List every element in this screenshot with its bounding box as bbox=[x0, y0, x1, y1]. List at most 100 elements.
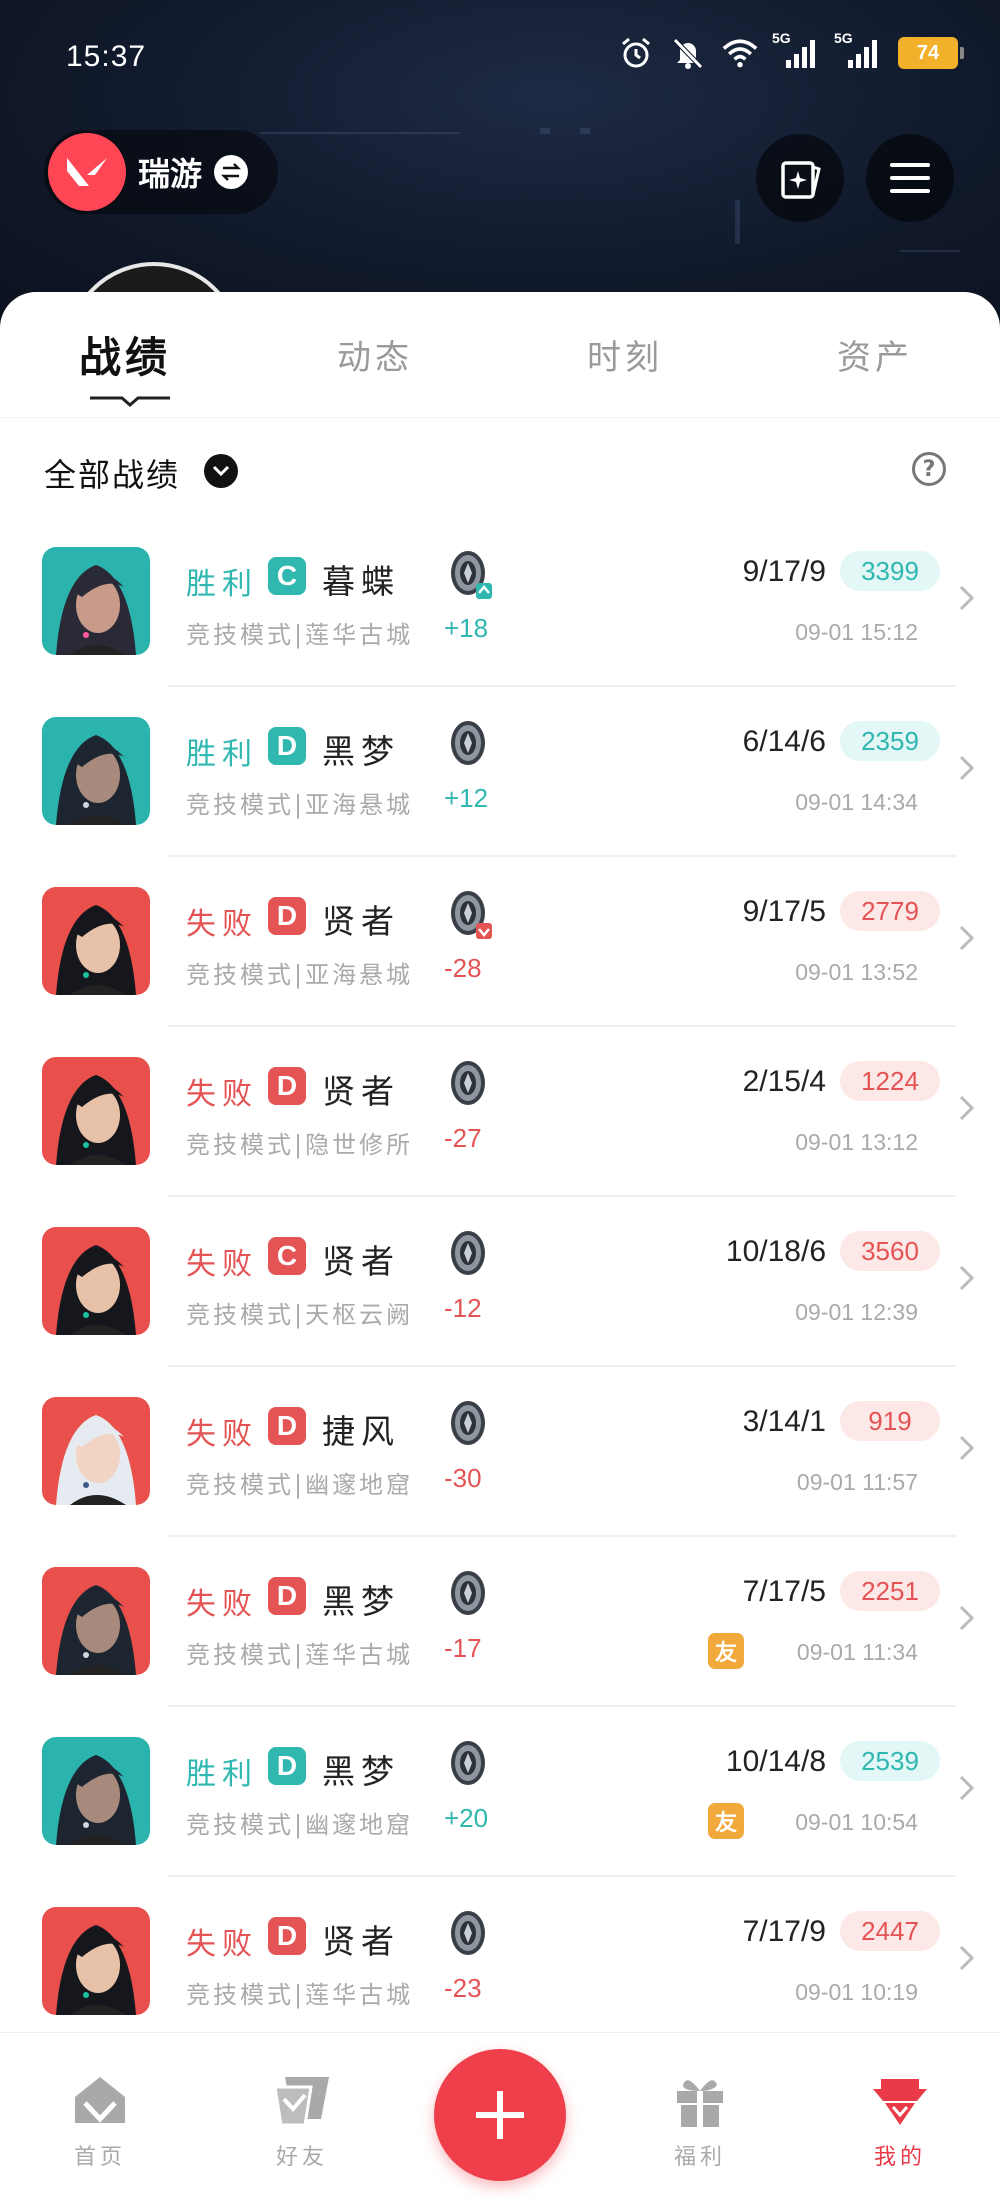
rank-emblem-icon bbox=[448, 549, 492, 601]
rank-emblem-icon bbox=[448, 1569, 492, 1621]
signal-label: 5G bbox=[834, 30, 853, 46]
combat-score: 3560 bbox=[840, 1231, 940, 1271]
rank-rating-change: -23 bbox=[444, 1973, 482, 2003]
friends-icon bbox=[273, 2077, 329, 2127]
combat-score: 919 bbox=[840, 1401, 940, 1441]
records-card: 战绩 动态 时刻 资产 全部战绩 ? 胜利 C 暮蝶 竞技模式|莲华古城 +18 bbox=[0, 292, 1000, 2032]
rank-emblem-icon bbox=[448, 1229, 492, 1281]
combat-score: 2447 bbox=[840, 1911, 940, 1951]
match-row[interactable]: 失败 D 黑梦 竞技模式|莲华古城 -17 7/17/5 2251 友 09-0… bbox=[0, 1537, 1000, 1707]
home-icon bbox=[75, 2077, 125, 2123]
agent-name: 贤者 bbox=[322, 902, 400, 941]
nav-home[interactable]: 首页 bbox=[30, 2033, 170, 2200]
status-bar: 15:37 5G 5G 74 bbox=[0, 0, 1000, 120]
decor-line bbox=[735, 200, 740, 244]
hamburger-menu-icon bbox=[890, 163, 930, 193]
combat-score: 3399 bbox=[840, 551, 940, 591]
match-row[interactable]: 失败 C 贤者 竞技模式|天枢云阙 -12 10/18/6 3560 09-01… bbox=[0, 1197, 1000, 1367]
agent-name: 贤者 bbox=[322, 1242, 400, 1281]
chevron-right-icon bbox=[959, 1605, 975, 1631]
card-edit-button[interactable] bbox=[756, 134, 844, 222]
match-row[interactable]: 失败 D 贤者 竞技模式|亚海悬城 -28 9/17/5 2779 09-01 … bbox=[0, 857, 1000, 1027]
alarm-icon bbox=[622, 37, 650, 68]
agent-portrait bbox=[42, 1567, 150, 1675]
match-mode-map: 竞技模式|亚海悬城 bbox=[186, 791, 414, 819]
gift-icon bbox=[677, 2080, 723, 2127]
rank-rating-change: +12 bbox=[444, 783, 489, 813]
agent-name: 黑梦 bbox=[322, 1752, 400, 1791]
match-list: 胜利 C 暮蝶 竞技模式|莲华古城 +18 9/17/9 3399 09-01 … bbox=[0, 517, 1000, 2032]
match-row[interactable]: 胜利 C 暮蝶 竞技模式|莲华古城 +18 9/17/9 3399 09-01 … bbox=[0, 517, 1000, 687]
agent-portrait bbox=[42, 887, 150, 995]
agent-name: 暮蝶 bbox=[322, 562, 400, 601]
agent-portrait bbox=[42, 717, 150, 825]
match-row[interactable]: 失败 D 捷风 竞技模式|幽邃地窟 -30 3/14/1 919 09-01 1… bbox=[0, 1367, 1000, 1537]
match-result: 胜利 bbox=[186, 737, 258, 772]
menu-button[interactable] bbox=[866, 134, 954, 222]
filter-dropdown[interactable]: 全部战绩 bbox=[44, 450, 180, 496]
rank-badge: D bbox=[268, 1407, 306, 1445]
chevron-right-icon bbox=[959, 755, 975, 781]
swap-icon bbox=[214, 155, 249, 189]
match-result: 胜利 bbox=[186, 1757, 258, 1792]
nav-rewards[interactable]: 福利 bbox=[630, 2033, 770, 2200]
match-result: 失败 bbox=[186, 1247, 258, 1282]
kda: 10/14/8 bbox=[725, 1745, 826, 1778]
kda: 3/14/1 bbox=[742, 1405, 826, 1438]
rank-badge: D bbox=[268, 1067, 306, 1105]
agent-portrait bbox=[42, 1907, 150, 2015]
help-icon[interactable]: ? bbox=[912, 452, 946, 486]
rank-rating-change: -30 bbox=[444, 1463, 482, 1493]
agent-portrait bbox=[42, 1737, 150, 1845]
nav-profile[interactable]: 我的 bbox=[830, 2033, 970, 2200]
chevron-down-icon[interactable] bbox=[204, 454, 238, 488]
add-button[interactable] bbox=[434, 2049, 566, 2181]
rank-badge: C bbox=[268, 557, 306, 595]
friend-tag: 友 bbox=[708, 1803, 744, 1839]
match-mode-map: 竞技模式|莲华古城 bbox=[186, 1641, 414, 1669]
rank-rating-change: -28 bbox=[444, 953, 482, 983]
match-mode-map: 竞技模式|莲华古城 bbox=[186, 1981, 414, 2009]
combat-score: 2779 bbox=[840, 891, 940, 931]
agent-name: 捷风 bbox=[322, 1412, 400, 1451]
match-row[interactable]: 胜利 D 黑梦 竞技模式|亚海悬城 +12 6/14/6 2359 09-01 … bbox=[0, 687, 1000, 857]
match-result: 失败 bbox=[186, 1927, 258, 1962]
game-switcher[interactable]: 瑞游 bbox=[44, 130, 278, 214]
kda: 6/14/6 bbox=[742, 725, 826, 758]
combat-score: 2251 bbox=[840, 1571, 940, 1611]
signal-5g-icon: 5G bbox=[834, 30, 882, 70]
match-date: 09-01 15:12 bbox=[795, 619, 918, 645]
combat-score: 2359 bbox=[840, 721, 940, 761]
rank-rating-change: -17 bbox=[444, 1633, 482, 1663]
mute-bell-icon bbox=[673, 38, 703, 69]
match-mode-map: 竞技模式|幽邃地窟 bbox=[186, 1471, 414, 1499]
plus-icon bbox=[476, 2091, 524, 2139]
tab-assets[interactable]: 资产 bbox=[750, 292, 1000, 417]
tab-activity[interactable]: 动态 bbox=[250, 292, 500, 417]
rank-badge: C bbox=[268, 1237, 306, 1275]
kda: 9/17/5 bbox=[742, 895, 826, 928]
chevron-right-icon bbox=[959, 1775, 975, 1801]
match-mode-map: 竞技模式|天枢云阙 bbox=[186, 1301, 414, 1329]
decor-line bbox=[900, 250, 960, 252]
valorant-logo-icon bbox=[48, 133, 126, 211]
rank-emblem-icon bbox=[448, 1399, 492, 1451]
agent-name: 贤者 bbox=[322, 1922, 400, 1961]
nav-friends[interactable]: 好友 bbox=[232, 2033, 372, 2200]
bottom-nav: 首页 好友 福利 我的 bbox=[0, 2032, 1000, 2200]
combat-score: 1224 bbox=[840, 1061, 940, 1101]
active-tab-indicator bbox=[90, 396, 170, 407]
match-row[interactable]: 失败 D 贤者 竞技模式|隐世修所 -27 2/15/4 1224 09-01 … bbox=[0, 1027, 1000, 1197]
match-row[interactable]: 胜利 D 黑梦 竞技模式|幽邃地窟 +20 10/14/8 2539 友 09-… bbox=[0, 1707, 1000, 1877]
agent-portrait bbox=[42, 1397, 150, 1505]
match-date: 09-01 12:39 bbox=[795, 1299, 918, 1325]
match-row[interactable]: 失败 D 贤者 竞技模式|莲华古城 -23 7/17/9 2447 09-01 … bbox=[0, 1877, 1000, 2032]
chevron-right-icon bbox=[959, 1095, 975, 1121]
kda: 2/15/4 bbox=[742, 1065, 826, 1098]
match-date: 09-01 14:34 bbox=[795, 789, 918, 815]
status-time: 15:37 bbox=[66, 40, 147, 73]
rank-badge: D bbox=[268, 1917, 306, 1955]
tab-moments[interactable]: 时刻 bbox=[500, 292, 750, 417]
rank-rating-change: +20 bbox=[444, 1803, 489, 1833]
signal-5g-icon: 5G bbox=[772, 30, 820, 70]
